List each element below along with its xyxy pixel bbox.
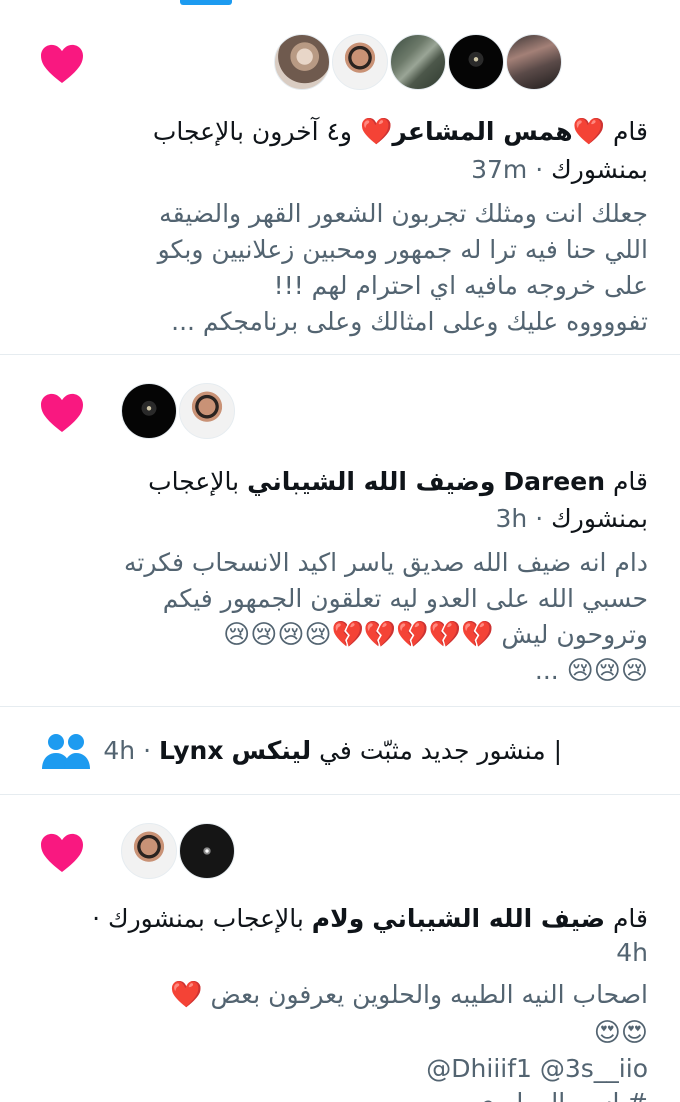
post-preview-line: على خروجه مافيه اي احترام لهم !!! [273,271,648,300]
post-reference: بمنشورك [551,504,648,533]
post-preview-line: جعلك انت ومثلك تجربون الشعور القهر والضي… [159,199,648,228]
like-summary: قام ضيف الله الشيباني ولام بالإعجاب بمنش… [24,901,648,937]
avatar[interactable] [448,34,504,90]
avatar[interactable] [179,823,235,879]
post-preview-line: اللي حنا فيه ترا له جمهور ومحبين زعلانيي… [157,235,648,264]
user-name[interactable]: ضيف الله الشيباني [247,467,480,496]
preview-text: اصحاب النيه الطيبه والحلوين يعرفون بعض [210,980,648,1009]
heart-icon [41,833,83,873]
post-preview-line: وتروحون ليش 💔💔💔💔💔😢😢😢😢 [24,617,648,653]
post-preview-line: دام انه ضيف الله صديق ياسر اكيد الانسحاب… [124,548,648,577]
name-emoji: ❤️ [572,117,605,147]
user-name[interactable]: Dareen [503,467,605,496]
notification-pinned-post[interactable]: | منشور جديد مثبّت في لينكس Lynx · 4h [0,707,680,795]
ellipsis: ... [534,656,559,685]
emoji-row: 💔💔💔💔💔😢😢😢😢 [223,620,494,650]
avatar[interactable] [121,823,177,879]
like-summary: قام ❤️همس المشاعر❤️ و٤ آخرون بالإعجاب [24,114,648,150]
emoji-row: 😢😢😢 [566,656,648,686]
emoji-row: 😍😍 [593,1018,648,1048]
community-name[interactable]: لينكس [231,736,311,765]
avatar[interactable] [179,383,235,439]
timestamp: 3h [495,504,528,533]
pinned-text: | منشور جديد مثبّت في [319,736,562,765]
notification-like-1[interactable]: قام ❤️همس المشاعر❤️ و٤ آخرون بالإعجاب بم… [0,0,680,355]
notification-like-2[interactable]: قام Dareen وضيف الله الشيباني بالإعجاب ب… [0,355,680,707]
mentions[interactable]: @Dhiiif1 @3s__iio [426,1054,648,1083]
others-count[interactable]: و٤ آخرون [252,117,352,146]
post-preview-line: 😢😢😢 ... [24,653,648,689]
notification-like-3[interactable]: قام ضيف الله الشيباني ولام بالإعجاب بمنش… [0,795,680,1102]
preview-text: وتروحون ليش [501,620,648,649]
notifications-feed: قام ❤️همس المشاعر❤️ و٤ آخرون بالإعجاب بم… [0,0,680,1102]
time-separator: · [527,504,544,533]
post-preview-line: #ياسر_المطيري [24,1085,648,1102]
joiner: و [479,467,496,496]
user-name[interactable]: لام [312,904,349,933]
hashtag[interactable]: #ياسر_المطيري [475,1088,648,1102]
like-prefix: قام [612,467,648,496]
timestamp: 4h [103,736,136,765]
like-action: بالإعجاب [152,117,244,146]
avatar[interactable] [390,34,446,90]
avatar[interactable] [121,383,177,439]
post-preview-line: اصحاب النيه الطيبه والحلوين يعرفون بعض ❤… [24,977,648,1013]
name-emoji: ❤️ [359,117,393,147]
like-prefix: قام [612,117,648,146]
timestamp: 4h [616,938,648,967]
like-action: بالإعجاب [148,467,240,496]
avatar[interactable] [332,34,388,90]
liker-avatars [274,34,562,90]
user-name[interactable]: ضيف الله الشيباني [372,904,605,933]
pinned-summary: | منشور جديد مثبّت في لينكس Lynx · 4h [24,733,562,769]
timestamp: 37m [471,155,528,184]
like-target-line: بمنشورك · 37m [24,152,648,188]
heart-icon [41,393,83,433]
heart-icon [41,44,83,84]
liker-avatars [121,823,235,879]
post-preview-line: @Dhiiif1 @3s__iio [24,1051,648,1087]
like-action: بالإعجاب بمنشورك · [92,904,304,933]
source-name[interactable]: Lynx [159,736,223,765]
like-target-line: بمنشورك · 3h [24,501,648,537]
post-reference: بمنشورك [551,155,648,184]
like-prefix: قام [612,904,648,933]
post-preview-line: 😍😍 [24,1015,648,1051]
post-preview-line: حسبي الله على العدو ليه تعلقون الجمهور ف… [162,584,648,613]
preview-emoji: ❤️ [170,980,203,1010]
post-preview-line: تفووووه عليك وعلى امثالك وعلى برنامجكم .… [171,307,648,336]
like-summary: قام Dareen وضيف الله الشيباني بالإعجاب [24,464,648,500]
user-name[interactable]: همس المشاعر [392,117,572,146]
like-target-line: 4h [24,935,648,971]
avatar[interactable] [274,34,330,90]
liker-avatars [121,383,235,439]
avatar[interactable] [506,34,562,90]
time-separator: · [527,155,544,184]
time-separator: · [135,736,152,765]
joiner: و [348,904,365,933]
